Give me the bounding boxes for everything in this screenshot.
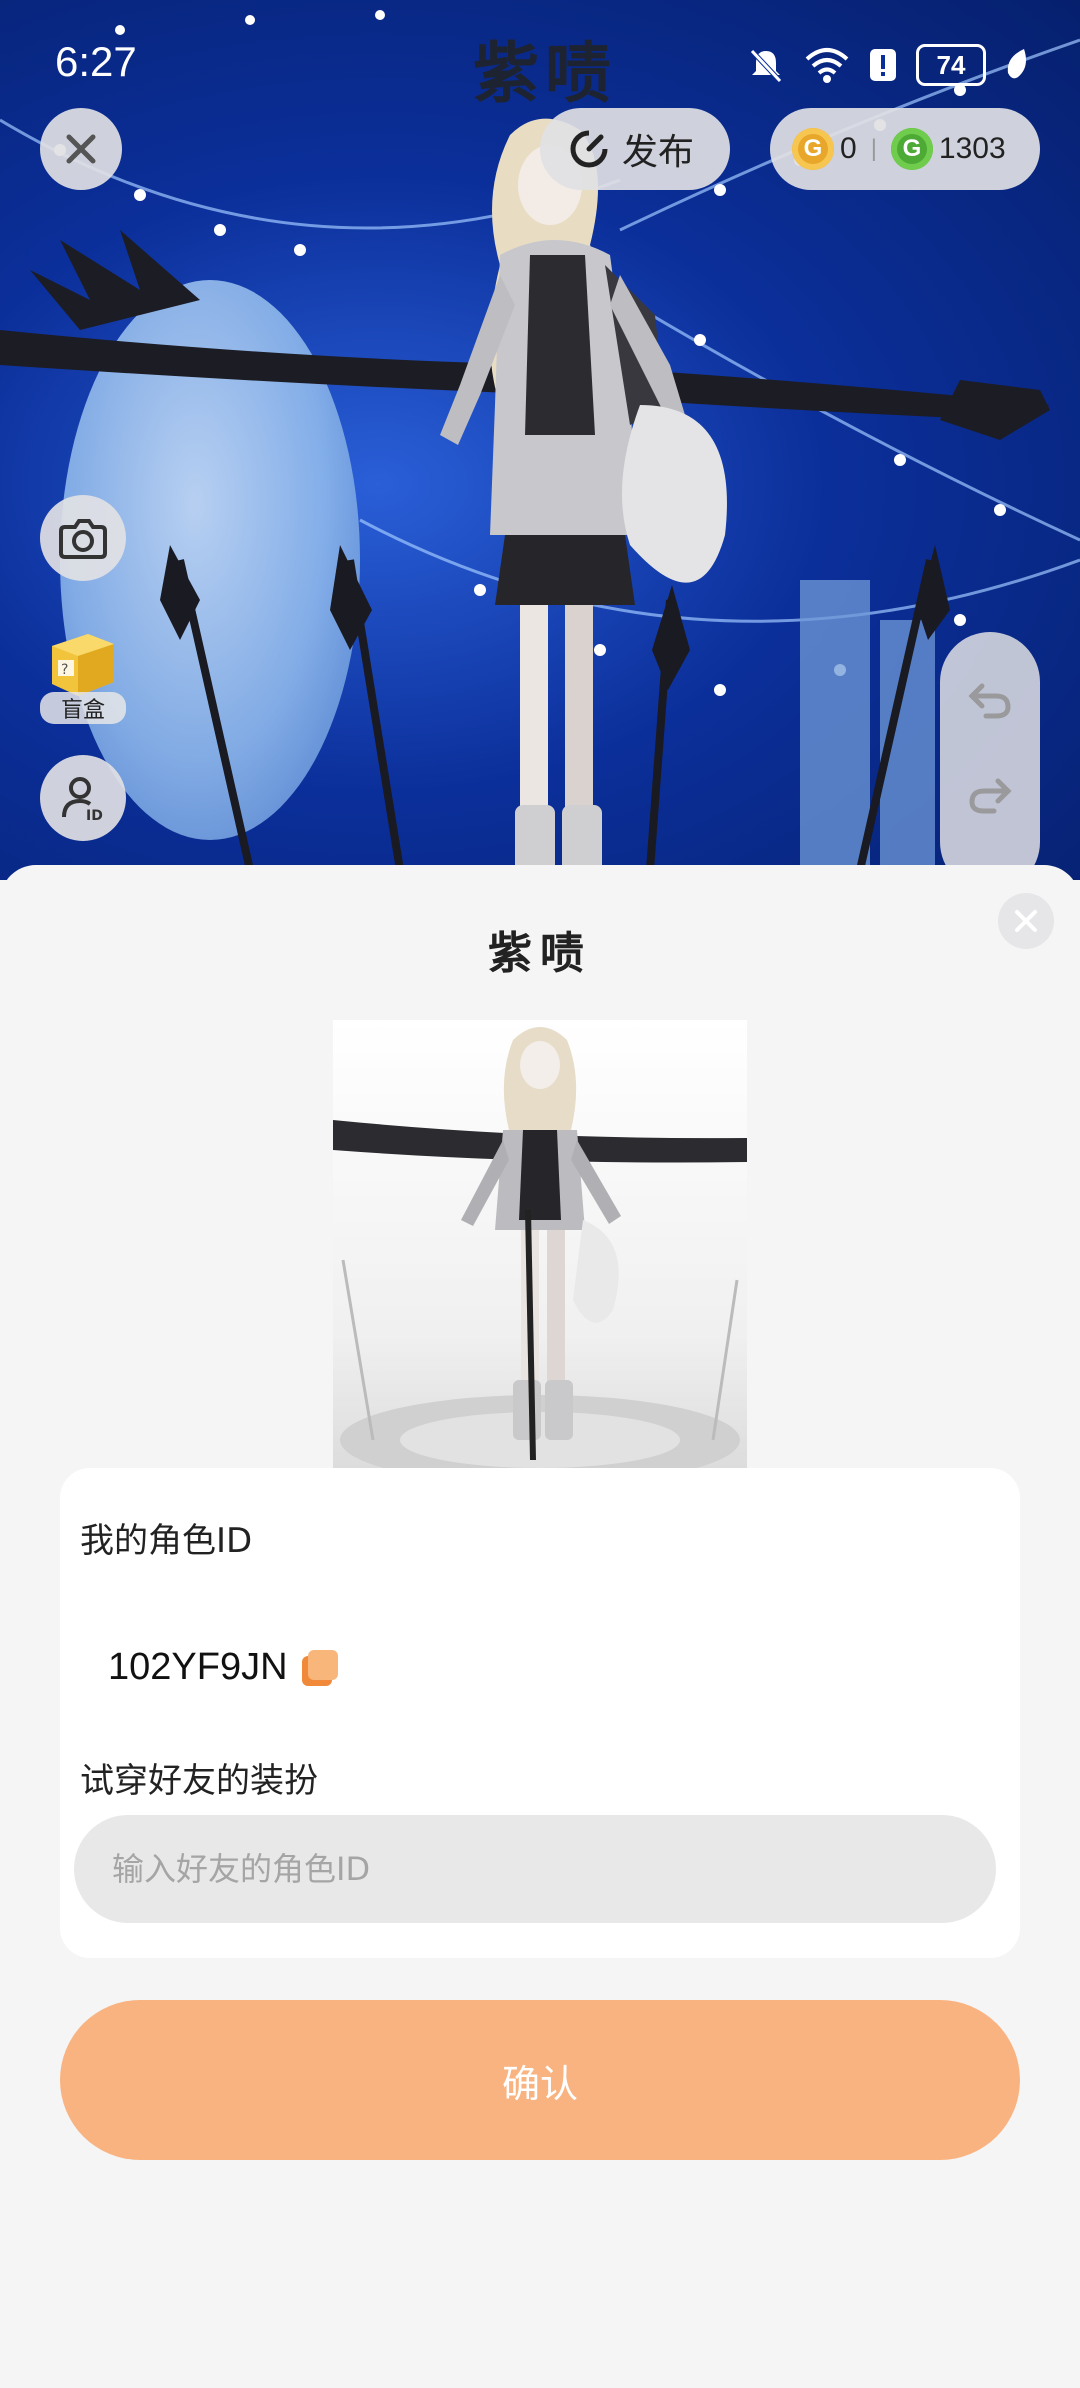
close-icon — [66, 134, 96, 164]
blind-box-label: 盲盒 — [40, 692, 126, 724]
mute-bell-icon — [750, 49, 782, 83]
undo-redo-panel — [940, 632, 1040, 892]
redo-icon — [969, 778, 1012, 814]
blind-box-button[interactable]: ? 盲盒 — [40, 620, 126, 724]
publish-label: 发布 — [622, 131, 695, 172]
publish-button[interactable]: 发布 — [540, 108, 730, 190]
redo-button[interactable] — [960, 765, 1020, 825]
try-on-label: 试穿好友的装扮 — [80, 1761, 318, 1801]
status-time: 6:27 — [55, 38, 137, 85]
copy-icon[interactable] — [301, 1649, 338, 1686]
character-id-button[interactable]: ID — [40, 755, 126, 841]
avatar-character — [440, 118, 727, 875]
currency-display[interactable]: G 0 | G 1303 — [770, 108, 1040, 190]
svg-text:?: ? — [61, 662, 68, 678]
status-icons: 74 — [746, 40, 1030, 90]
gold-coin-count: 0 — [840, 132, 857, 165]
user-id-icon: ID — [62, 777, 103, 823]
undo-button[interactable] — [960, 670, 1020, 730]
leaf-icon — [1007, 49, 1026, 79]
my-id-value: 102YF9JN — [108, 1646, 288, 1688]
character-id-card: 我的角色ID 102YF9JN 试穿好友的装扮 — [60, 1468, 1020, 1958]
my-id-row: 102YF9JN — [108, 1646, 338, 1689]
character-id-sheet: 紫啧 我的角色ID 102YF9JN 试穿好友的装扮 输入好友的角色ID 确认 — [0, 865, 1080, 2388]
close-button[interactable] — [40, 108, 122, 190]
green-gem-icon: G — [890, 128, 933, 170]
confirm-button[interactable]: 确认 — [60, 2000, 1020, 2160]
camera-button[interactable] — [40, 495, 126, 581]
svg-text:ID: ID — [86, 808, 103, 823]
blind-box-icon: ? — [52, 634, 114, 696]
friend-id-input[interactable] — [74, 1815, 996, 1923]
character-preview-image — [333, 1020, 747, 1470]
currency-divider: | — [870, 135, 877, 162]
publish-icon — [570, 130, 608, 168]
battery-indicator: 74 — [916, 44, 986, 86]
green-gem-count: 1303 — [938, 132, 1006, 165]
gold-coin-icon: G — [792, 128, 834, 170]
my-id-label: 我的角色ID — [80, 1521, 253, 1561]
alert-icon — [870, 49, 896, 81]
camera-icon — [59, 519, 107, 559]
undo-icon — [968, 683, 1011, 719]
wifi-icon — [805, 48, 849, 83]
preview-character-name: 紫啧 — [488, 928, 592, 979]
